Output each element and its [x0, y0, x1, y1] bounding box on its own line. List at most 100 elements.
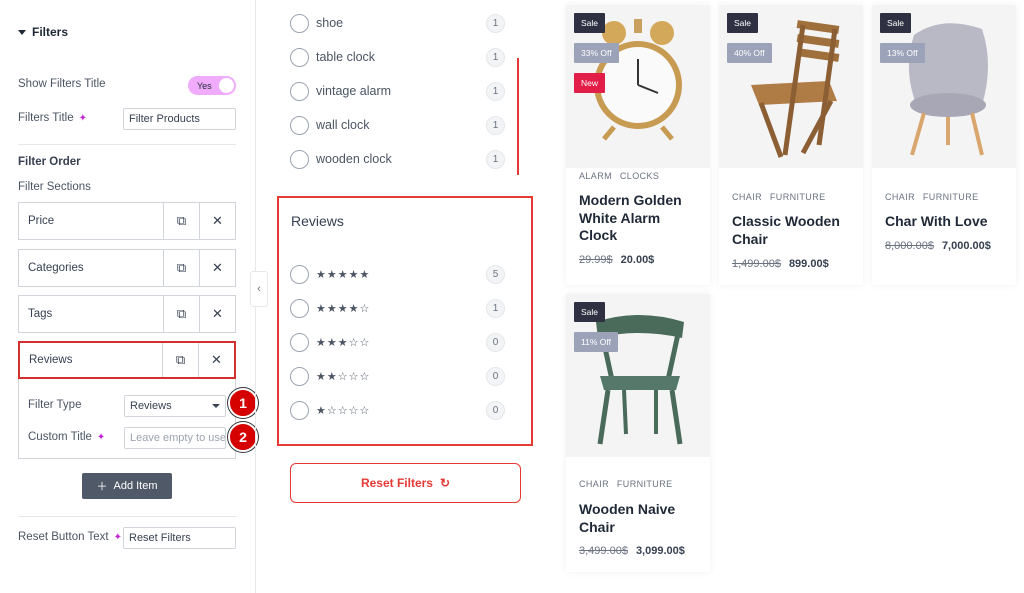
product-price: 8,000.00$ 7,000.00$ — [885, 240, 991, 252]
product-price: 3,499.00$ 3,099.00$ — [579, 545, 685, 557]
sale-price: 7,000.00$ — [941, 240, 991, 252]
radio-button[interactable] — [290, 13, 309, 33]
custom-title-input[interactable]: Leave empty to use — [124, 427, 226, 449]
sale-price: 3,099.00$ — [635, 545, 685, 557]
rating-filter-option[interactable]: ★★☆☆☆ 0 — [290, 365, 505, 387]
filters-section-header[interactable]: Filters — [18, 25, 68, 39]
ai-sparkle-icon[interactable]: ✦ — [79, 113, 87, 124]
discount-badge: 40% Off — [727, 43, 772, 63]
count-badge: 1 — [486, 298, 505, 318]
radio-button[interactable] — [290, 366, 309, 386]
count-badge: 1 — [486, 13, 505, 33]
rating-filter-option[interactable]: ★★★☆☆ 0 — [290, 331, 505, 353]
repeater-item-price[interactable]: Price ⧉ ✕ — [18, 202, 236, 240]
count-badge: 0 — [486, 332, 505, 352]
count-badge: 1 — [486, 115, 505, 135]
product-categories[interactable]: ALARM CLOCKS — [579, 171, 659, 181]
repeater-item-tags[interactable]: Tags ⧉ ✕ — [18, 295, 236, 333]
product-categories[interactable]: CHAIR FURNITURE — [579, 479, 673, 489]
product-card[interactable]: Sale 33% Off New ALARM CLOCKS Modern Gol… — [566, 5, 710, 285]
count-badge: 1 — [486, 149, 505, 169]
product-title[interactable]: Modern Golden White Alarm Clock — [579, 192, 699, 245]
tag-filter-option[interactable]: wall clock 1 — [290, 114, 505, 136]
count-badge: 0 — [486, 366, 505, 386]
product-card[interactable]: Sale 13% Off CHAIR FURNITURE Char With L… — [872, 5, 1016, 285]
star-rating-icon: ★★★☆☆ — [316, 336, 371, 349]
product-card[interactable]: Sale 40% Off CHAIR FURNITURE Classic Woo… — [719, 5, 863, 285]
reset-filters-button[interactable]: Reset Filters ↻ — [290, 463, 521, 503]
radio-button[interactable] — [290, 298, 309, 318]
filter-type-label: Filter Type — [28, 399, 82, 411]
rating-filter-option[interactable]: ★☆☆☆☆ 0 — [290, 399, 505, 421]
sale-badge: Sale — [727, 13, 759, 33]
tag-filter-option[interactable]: wooden clock 1 — [290, 148, 505, 170]
duplicate-icon[interactable]: ⧉ — [163, 296, 199, 332]
discount-badge: 13% Off — [880, 43, 925, 63]
settings-panel: Filters Show Filters Title Yes Filters T… — [0, 0, 258, 593]
custom-title-label: Custom Title ✦ — [28, 431, 106, 443]
radio-button[interactable] — [290, 332, 309, 352]
rating-filter-option[interactable]: ★★★★★ 5 — [290, 263, 505, 285]
radio-button[interactable] — [290, 115, 309, 135]
radio-button[interactable] — [290, 81, 309, 101]
radio-button[interactable] — [290, 47, 309, 67]
divider — [18, 144, 236, 145]
section-title: Filters — [32, 25, 69, 39]
product-card[interactable]: Sale 11% Off CHAIR FURNITURE Wooden Naiv… — [566, 294, 710, 572]
close-icon[interactable]: ✕ — [199, 250, 235, 286]
reviews-filter-title: Reviews — [291, 213, 344, 229]
divider — [18, 516, 236, 517]
product-title[interactable]: Wooden Naive Chair — [579, 501, 699, 536]
filters-title-input[interactable]: Filter Products — [123, 108, 236, 130]
repeater-item-title[interactable]: Tags — [19, 296, 163, 332]
product-price: 29.99$ 20.00$ — [579, 254, 654, 266]
app-root: Filters Show Filters Title Yes Filters T… — [0, 0, 1024, 593]
repeater-item-title[interactable]: Reviews — [20, 343, 162, 377]
chevron-left-icon: ‹ — [257, 283, 261, 295]
filter-type-select[interactable]: Reviews — [124, 395, 226, 417]
old-price: 3,499.00$ — [579, 545, 628, 557]
show-filters-title-label: Show Filters Title — [18, 78, 106, 90]
step-marker-1: 1 — [228, 388, 258, 418]
old-price: 29.99$ — [579, 254, 613, 266]
product-categories[interactable]: CHAIR FURNITURE — [885, 192, 979, 202]
radio-button[interactable] — [290, 400, 309, 420]
radio-button[interactable] — [290, 264, 309, 284]
star-rating-icon: ★★☆☆☆ — [316, 370, 371, 383]
plus-icon: ＋ — [96, 481, 108, 493]
sale-badge: Sale — [574, 302, 606, 322]
new-badge: New — [574, 73, 606, 93]
repeater-item-title[interactable]: Price — [19, 203, 163, 239]
close-icon[interactable]: ✕ — [198, 343, 234, 377]
scrollbar[interactable] — [517, 58, 519, 175]
collapse-panel-button[interactable]: ‹ — [250, 271, 268, 307]
duplicate-icon[interactable]: ⧉ — [163, 203, 199, 239]
rating-filter-option[interactable]: ★★★★☆ 1 — [290, 297, 505, 319]
radio-button[interactable] — [290, 149, 309, 169]
close-icon[interactable]: ✕ — [199, 296, 235, 332]
tag-filter-option[interactable]: vintage alarm 1 — [290, 80, 505, 102]
show-filters-title-toggle[interactable]: Yes — [188, 76, 236, 95]
tag-filter-option[interactable]: table clock 1 — [290, 46, 505, 68]
reset-button-text-input[interactable]: Reset Filters — [123, 527, 236, 549]
duplicate-icon[interactable]: ⧉ — [162, 343, 198, 377]
ai-sparkle-icon[interactable]: ✦ — [114, 532, 122, 543]
product-categories[interactable]: CHAIR FURNITURE — [732, 192, 826, 202]
reset-icon: ↻ — [439, 476, 451, 490]
old-price: 1,499.00$ — [732, 258, 781, 270]
add-item-button[interactable]: ＋ Add Item — [82, 473, 172, 499]
discount-badge: 33% Off — [574, 43, 619, 63]
repeater-item-title[interactable]: Categories — [19, 250, 163, 286]
toggle-knob — [219, 78, 234, 93]
ai-sparkle-icon[interactable]: ✦ — [97, 432, 105, 443]
repeater-item-reviews[interactable]: Reviews ⧉ ✕ — [18, 341, 236, 379]
duplicate-icon[interactable]: ⧉ — [163, 250, 199, 286]
star-rating-icon: ★★★★☆ — [316, 302, 371, 315]
tag-filter-option[interactable]: shoe 1 — [290, 12, 505, 34]
filters-title-label: Filters Title ✦ — [18, 112, 87, 124]
count-badge: 1 — [486, 81, 505, 101]
product-title[interactable]: Classic Wooden Chair — [732, 213, 862, 248]
product-title[interactable]: Char With Love — [885, 213, 1015, 231]
repeater-item-categories[interactable]: Categories ⧉ ✕ — [18, 249, 236, 287]
close-icon[interactable]: ✕ — [199, 203, 235, 239]
